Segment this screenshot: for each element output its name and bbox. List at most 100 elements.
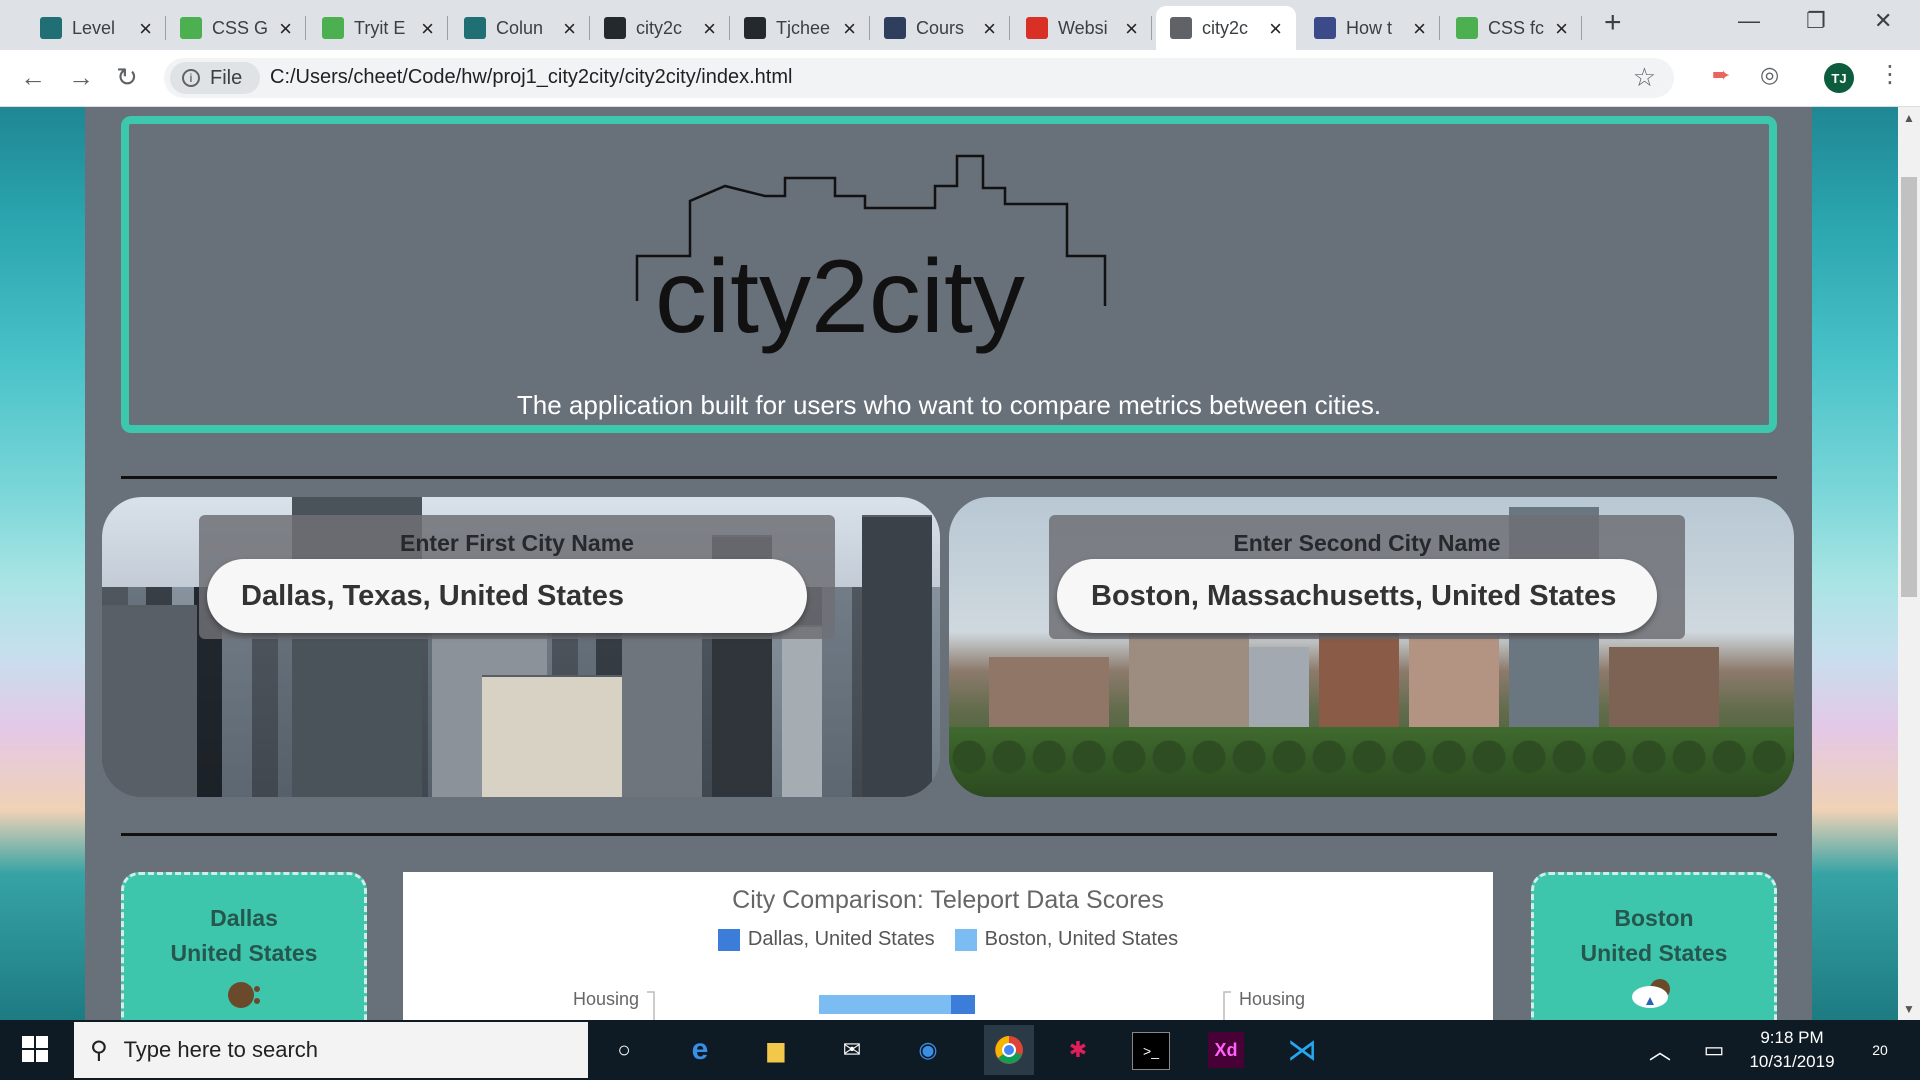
left-country-name: United States <box>170 940 318 966</box>
close-tab-icon[interactable]: × <box>139 16 152 42</box>
battery-icon[interactable]: ▭ <box>1696 1032 1732 1068</box>
tray-chevron-icon[interactable]: ︿ <box>1642 1032 1678 1068</box>
skyline-building <box>482 675 622 797</box>
skyline-building <box>1609 647 1719 737</box>
close-tab-icon[interactable]: × <box>1413 16 1426 42</box>
close-tab-icon[interactable]: × <box>983 16 996 42</box>
browser-tab[interactable]: CSS G × <box>166 6 306 50</box>
tab-separator <box>1009 16 1010 40</box>
adobe-xd-icon[interactable]: Xd <box>1208 1032 1244 1068</box>
site-info-chip[interactable]: i File <box>170 62 260 94</box>
close-tab-icon[interactable]: × <box>1269 16 1282 42</box>
browser-tab[interactable]: Level × <box>26 6 166 50</box>
tab-title: city2c <box>1202 17 1249 38</box>
tab-title: Colun <box>496 17 544 38</box>
page-scrollbar[interactable]: ▲ ▼ <box>1898 107 1920 1020</box>
tab-title: CSS fc <box>1488 17 1545 38</box>
tab-strip: Level × CSS G × Tryit E × Colun × city2c × Tjchee ×… <box>0 0 1920 50</box>
bookmark-star-icon[interactable]: ☆ <box>1633 62 1656 93</box>
terminal-icon[interactable]: >_ <box>1132 1032 1170 1070</box>
back-button[interactable]: ← <box>20 62 46 93</box>
task-app-icon[interactable]: ◉ <box>910 1032 946 1068</box>
right-city-name: Boston <box>1614 905 1694 931</box>
scroll-down-arrow-icon[interactable]: ▼ <box>1903 1002 1915 1016</box>
close-tab-icon[interactable]: × <box>1125 16 1138 42</box>
first-city-card: Enter First City Name <box>199 515 835 639</box>
site-chip-label: File <box>210 66 243 89</box>
url-text[interactable]: C:/Users/cheet/Code/hw/proj1_city2city/c… <box>270 66 792 89</box>
scroll-thumb[interactable] <box>1901 177 1917 597</box>
browser-tab[interactable]: Tryit E × <box>308 6 448 50</box>
tab-separator <box>1439 16 1440 40</box>
close-tab-icon[interactable]: × <box>421 16 434 42</box>
file-explorer-icon[interactable]: ▆ <box>758 1032 794 1068</box>
w3schools-icon <box>322 17 344 39</box>
browser-tab[interactable]: Tjchee × <box>730 6 870 50</box>
system-clock[interactable]: 9:18 PM 10/31/2019 <box>1732 1026 1852 1074</box>
browser-tab[interactable]: city2c × <box>590 6 730 50</box>
extension-icon[interactable]: ◎ <box>1760 62 1779 88</box>
reload-button[interactable]: ↻ <box>116 62 138 93</box>
page-viewport: city2city The application built for user… <box>0 107 1898 1020</box>
right-city-info-card: Boston United States <box>1531 872 1777 1020</box>
tagline: The application built for users who want… <box>516 390 1382 420</box>
browser-tab[interactable]: city2c × <box>1156 6 1296 50</box>
w3-icon <box>1314 17 1336 39</box>
close-tab-icon[interactable]: × <box>843 16 856 42</box>
windows-start-icon[interactable] <box>22 1036 48 1062</box>
close-window-button[interactable]: ✕ <box>1874 8 1892 34</box>
first-city-label: Enter First City Name <box>400 530 634 556</box>
browser-tab[interactable]: CSS fc × <box>1442 6 1582 50</box>
screencast-extension-icon[interactable]: ➨ <box>1712 62 1730 88</box>
chrome-icon[interactable] <box>984 1025 1034 1075</box>
weather-icon <box>228 982 260 1008</box>
comparison-chart: City Comparison: Teleport Data Scores Da… <box>403 872 1493 1020</box>
second-city-input[interactable] <box>1057 559 1657 633</box>
profile-avatar[interactable]: TJ <box>1824 63 1854 93</box>
close-tab-icon[interactable]: × <box>563 16 576 42</box>
forward-button[interactable]: → <box>68 62 94 93</box>
axis-bracket-right <box>1223 991 1231 1020</box>
browser-tab[interactable]: Colun × <box>450 6 590 50</box>
first-city-input[interactable] <box>207 559 807 633</box>
close-tab-icon[interactable]: × <box>703 16 716 42</box>
second-city-card: Enter Second City Name <box>1049 515 1685 639</box>
chrome-menu-icon[interactable]: ⋮ <box>1878 60 1902 89</box>
notification-count: 20 <box>1872 1042 1888 1058</box>
browser-tab[interactable]: Cours × <box>870 6 1010 50</box>
tab-title: CSS G <box>212 17 269 38</box>
close-tab-icon[interactable]: × <box>1555 16 1568 42</box>
skyline-building <box>102 605 197 797</box>
search-placeholder: Type here to search <box>123 1037 319 1062</box>
github-icon <box>604 17 626 39</box>
divider <box>121 476 1777 479</box>
skyline-building <box>1409 637 1499 737</box>
edge-icon[interactable]: e <box>682 1032 718 1068</box>
codecademy-icon <box>40 17 62 39</box>
riverfront-trees <box>949 727 1794 797</box>
left-city-name: Dallas <box>210 905 278 931</box>
taskbar-search-box[interactable]: ⚲ Type here to search <box>74 1022 588 1078</box>
notification-center-icon[interactable]: 20 <box>1862 1032 1898 1068</box>
scroll-up-arrow-icon[interactable]: ▲ <box>1903 111 1915 125</box>
skyline-building <box>989 657 1109 737</box>
tab-title: Tjchee <box>776 17 831 38</box>
minimize-button[interactable]: — <box>1738 8 1760 34</box>
tab-separator <box>1581 16 1582 40</box>
vscode-icon[interactable]: ⋊ <box>1284 1032 1320 1068</box>
browser-tab[interactable]: How t × <box>1300 6 1440 50</box>
address-bar[interactable]: i File C:/Users/cheet/Code/hw/proj1_city… <box>164 58 1674 98</box>
browser-tab[interactable]: Websi × <box>1012 6 1152 50</box>
second-city-panel: Enter Second City Name <box>949 497 1794 797</box>
bar-dallas-housing <box>951 995 975 1014</box>
new-tab-button[interactable]: + <box>1604 6 1622 40</box>
slack-icon[interactable]: ✱ <box>1060 1032 1096 1068</box>
first-city-panel: Enter First City Name <box>102 497 940 797</box>
w3schools-icon <box>1456 17 1478 39</box>
mail-icon[interactable]: ✉ <box>834 1032 870 1068</box>
restore-button[interactable]: ❐ <box>1806 8 1826 34</box>
close-tab-icon[interactable]: × <box>279 16 292 42</box>
target-icon <box>1026 17 1048 39</box>
cortana-icon[interactable]: ○ <box>606 1032 642 1068</box>
tab-title: city2c <box>636 17 683 38</box>
